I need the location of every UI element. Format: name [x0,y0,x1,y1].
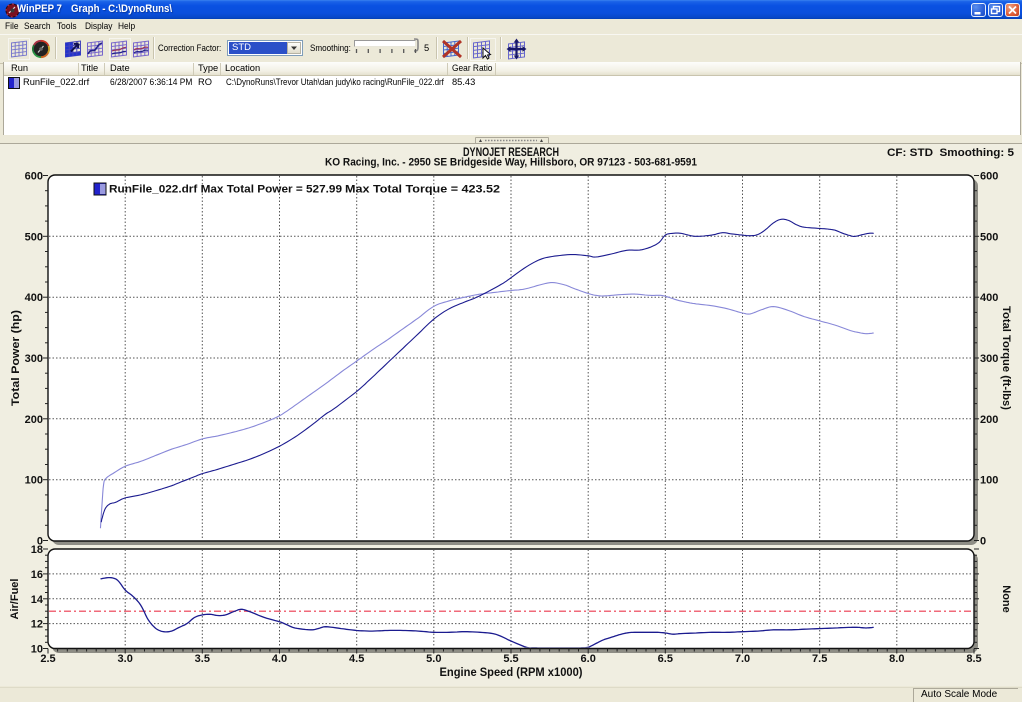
svg-text:100: 100 [980,475,998,487]
svg-text:5.0: 5.0 [426,653,441,665]
svg-text:200: 200 [25,414,43,426]
svg-text:None: None [1000,585,1012,613]
svg-text:600: 600 [980,171,998,183]
svg-text:Total Torque (ft-lbs): Total Torque (ft-lbs) [1000,306,1012,410]
svg-text:6.5: 6.5 [658,653,673,665]
svg-text:600: 600 [25,171,43,183]
svg-text:300: 300 [980,353,998,365]
svg-text:500: 500 [25,231,43,243]
svg-text:4.5: 4.5 [349,653,364,665]
svg-text:Max Total Torque = 423.52: Max Total Torque = 423.52 [345,184,500,196]
svg-text:Engine Speed (RPM x1000): Engine Speed (RPM x1000) [440,665,583,679]
svg-text:200: 200 [980,414,998,426]
svg-text:5.5: 5.5 [503,653,518,665]
svg-text:7.5: 7.5 [812,653,827,665]
svg-text:RunFile_022.drf Max Total Powe: RunFile_022.drf Max Total Power = 527.99 [109,184,342,196]
svg-text:6.0: 6.0 [581,653,596,665]
svg-text:500: 500 [980,231,998,243]
svg-text:KO Racing, Inc. - 2950 SE Brid: KO Racing, Inc. - 2950 SE Bridgeside Way… [325,157,697,169]
svg-text:100: 100 [25,475,43,487]
svg-text:14: 14 [31,594,44,606]
svg-text:3.0: 3.0 [118,653,133,665]
svg-text:8.0: 8.0 [889,653,904,665]
svg-text:0: 0 [980,536,986,548]
svg-text:Total Power (hp): Total Power (hp) [10,310,22,406]
svg-text:12: 12 [31,619,43,631]
svg-text:16: 16 [31,569,43,581]
svg-text:7.0: 7.0 [735,653,750,665]
svg-text:3.5: 3.5 [195,653,210,665]
svg-text:400: 400 [980,292,998,304]
svg-text:300: 300 [25,353,43,365]
svg-text:4.0: 4.0 [272,653,287,665]
svg-text:2.5: 2.5 [40,653,55,665]
svg-text:18: 18 [31,544,43,556]
svg-text:Air/Fuel: Air/Fuel [9,579,21,620]
svg-text:400: 400 [25,292,43,304]
svg-text:CF: STD Smoothing: 5: CF: STD Smoothing: 5 [887,147,1014,159]
svg-text:8.5: 8.5 [966,653,981,665]
